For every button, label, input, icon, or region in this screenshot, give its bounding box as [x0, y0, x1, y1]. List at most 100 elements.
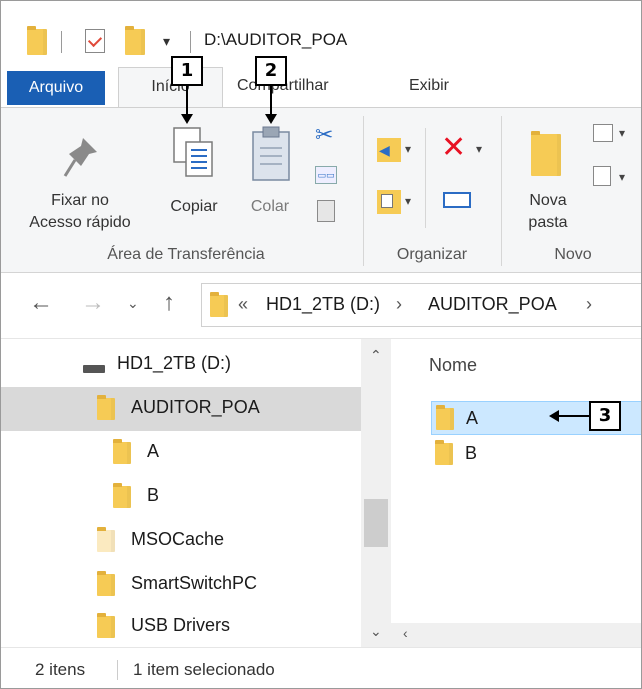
group-clipboard-label: Área de Transferência — [107, 246, 265, 263]
copy-to-icon[interactable] — [377, 190, 401, 214]
copy-icon — [173, 127, 213, 177]
nav-item-auditor-poa[interactable]: AUDITOR_POA — [1, 387, 361, 431]
group-organize-label: Organizar — [396, 246, 468, 263]
check-icon — [87, 32, 103, 48]
nav-item-label: SmartSwitchPC — [131, 573, 258, 593]
pin-label-1: Fixar no — [51, 192, 109, 209]
callout-3: 3 — [589, 401, 621, 431]
paste-button[interactable]: Colar — [237, 116, 303, 236]
scroll-down-icon[interactable]: ⌄ — [370, 623, 382, 640]
breadcrumb-separator-icon[interactable]: › — [586, 294, 592, 315]
nav-item-label: HD1_2TB (D:) — [117, 353, 232, 373]
file-pane: Nome A B ‹ — [391, 339, 641, 647]
nav-item-a[interactable]: A — [1, 431, 361, 475]
delete-icon[interactable]: ✕ — [441, 130, 466, 165]
folder-icon — [210, 292, 228, 317]
tab-exibir[interactable]: Exibir — [409, 67, 449, 105]
copy-button[interactable]: Copiar — [156, 116, 232, 236]
pin-label-2: Acesso rápido — [29, 214, 131, 231]
nav-item-smartswitchpc[interactable]: SmartSwitchPC — [1, 563, 361, 607]
breadcrumb-drive[interactable]: HD1_2TB (D:) — [266, 294, 380, 315]
status-bar: 2 itens 1 item selecionado — [1, 647, 641, 688]
pin-icon — [63, 138, 97, 177]
scrollbar-thumb[interactable] — [364, 499, 388, 547]
file-item-b[interactable]: B — [431, 437, 641, 471]
easy-access-icon[interactable] — [593, 166, 611, 186]
column-header-name[interactable]: Nome — [429, 355, 477, 376]
divider — [190, 31, 191, 53]
arrowhead-icon — [181, 114, 193, 124]
chevron-down-icon[interactable]: ▾ — [619, 126, 625, 140]
divider — [501, 116, 502, 266]
nav-item-label: MSOCache — [131, 529, 225, 549]
breadcrumb-separator-icon[interactable]: › — [396, 294, 402, 315]
tab-arquivo[interactable]: Arquivo — [7, 71, 105, 105]
arrowhead-icon — [265, 114, 277, 124]
folder-icon — [531, 131, 561, 176]
nav-item-label: A — [147, 441, 160, 461]
properties-icon[interactable] — [85, 29, 105, 53]
folder-icon — [436, 405, 454, 430]
nav-item-drive[interactable]: HD1_2TB (D:) — [1, 343, 361, 387]
file-item-label: B — [465, 443, 478, 463]
callout-arrow — [559, 415, 589, 417]
up-icon[interactable]: ↑ — [163, 289, 175, 317]
nav-item-label: USB Drivers — [131, 615, 231, 635]
chevron-down-icon[interactable]: ▾ — [405, 194, 411, 208]
explorer-window: ▾ D:\AUDITOR_POA Arquivo Início Comparti… — [0, 0, 642, 689]
new-folder-label-2: pasta — [528, 214, 568, 231]
ribbon: Fixar no Acesso rápido Copiar Colar ✂ ▭▭… — [1, 107, 641, 273]
chevron-down-icon[interactable]: ▾ — [619, 170, 625, 184]
divider — [363, 116, 364, 266]
pin-to-quick-access-button[interactable]: Fixar no Acesso rápido — [15, 116, 145, 236]
scroll-left-icon[interactable]: ‹ — [403, 625, 408, 641]
copy-label: Copiar — [170, 198, 218, 215]
horizontal-scrollbar[interactable]: ‹ — [391, 623, 641, 647]
chevron-down-icon[interactable]: ▾ — [476, 142, 482, 156]
folder-icon — [97, 571, 115, 596]
new-folder-quick-icon[interactable] — [125, 26, 145, 55]
copy-path-icon[interactable]: ▭▭ — [315, 166, 337, 184]
folder-icon — [27, 26, 47, 55]
breadcrumb-folder[interactable]: AUDITOR_POA — [428, 294, 557, 315]
cut-icon[interactable]: ✂ — [315, 122, 333, 148]
move-to-icon[interactable]: ◀ — [377, 138, 401, 162]
folder-icon — [113, 439, 131, 464]
navigation-pane: HD1_2TB (D:) AUDITOR_POA A B MSOCache Sm… — [1, 339, 391, 647]
scroll-up-icon[interactable]: ⌃ — [370, 347, 382, 364]
new-item-icon[interactable] — [593, 124, 613, 142]
recent-locations-icon[interactable]: ⌄ — [127, 295, 139, 312]
selection-status: 1 item selecionado — [133, 660, 275, 679]
folder-icon — [435, 440, 453, 465]
nav-item-usb-drivers[interactable]: USB Drivers — [1, 605, 361, 649]
paste-shortcut-icon[interactable] — [317, 200, 335, 222]
paste-icon — [252, 126, 290, 181]
divider — [117, 660, 118, 680]
group-new-label: Novo — [554, 246, 592, 263]
nav-item-msocache[interactable]: MSOCache — [1, 519, 361, 563]
nav-item-label: AUDITOR_POA — [131, 397, 260, 417]
callout-2: 2 — [255, 56, 287, 86]
ribbon-tabs: Arquivo Início Compartilhar Exibir — [1, 67, 641, 107]
window-title: D:\AUDITOR_POA — [204, 30, 348, 49]
chevron-down-icon[interactable]: ▾ — [405, 142, 411, 156]
folder-icon — [97, 527, 115, 552]
address-bar[interactable]: « HD1_2TB (D:) › AUDITOR_POA › — [201, 283, 641, 327]
overflow-icon[interactable]: « — [238, 294, 248, 315]
back-icon[interactable]: ← — [29, 289, 53, 317]
new-folder-button[interactable]: Nova pasta — [509, 116, 587, 236]
callout-arrow — [186, 86, 188, 116]
navigation-scrollbar[interactable]: ⌃ ⌄ — [361, 339, 391, 647]
item-count: 2 itens — [35, 660, 86, 679]
address-row: ← → ⌄ ↑ « HD1_2TB (D:) › AUDITOR_POA › — [1, 273, 641, 339]
nav-item-b[interactable]: B — [1, 475, 361, 519]
file-item-label: A — [466, 408, 479, 428]
divider — [61, 31, 62, 53]
forward-icon[interactable]: → — [81, 289, 105, 317]
customize-quick-access-icon[interactable]: ▾ — [163, 33, 170, 50]
arrowhead-icon — [549, 410, 559, 422]
title-bar: ▾ D:\AUDITOR_POA — [1, 1, 641, 65]
folder-icon — [97, 613, 115, 638]
folder-icon — [113, 483, 131, 508]
rename-icon[interactable] — [443, 192, 471, 208]
